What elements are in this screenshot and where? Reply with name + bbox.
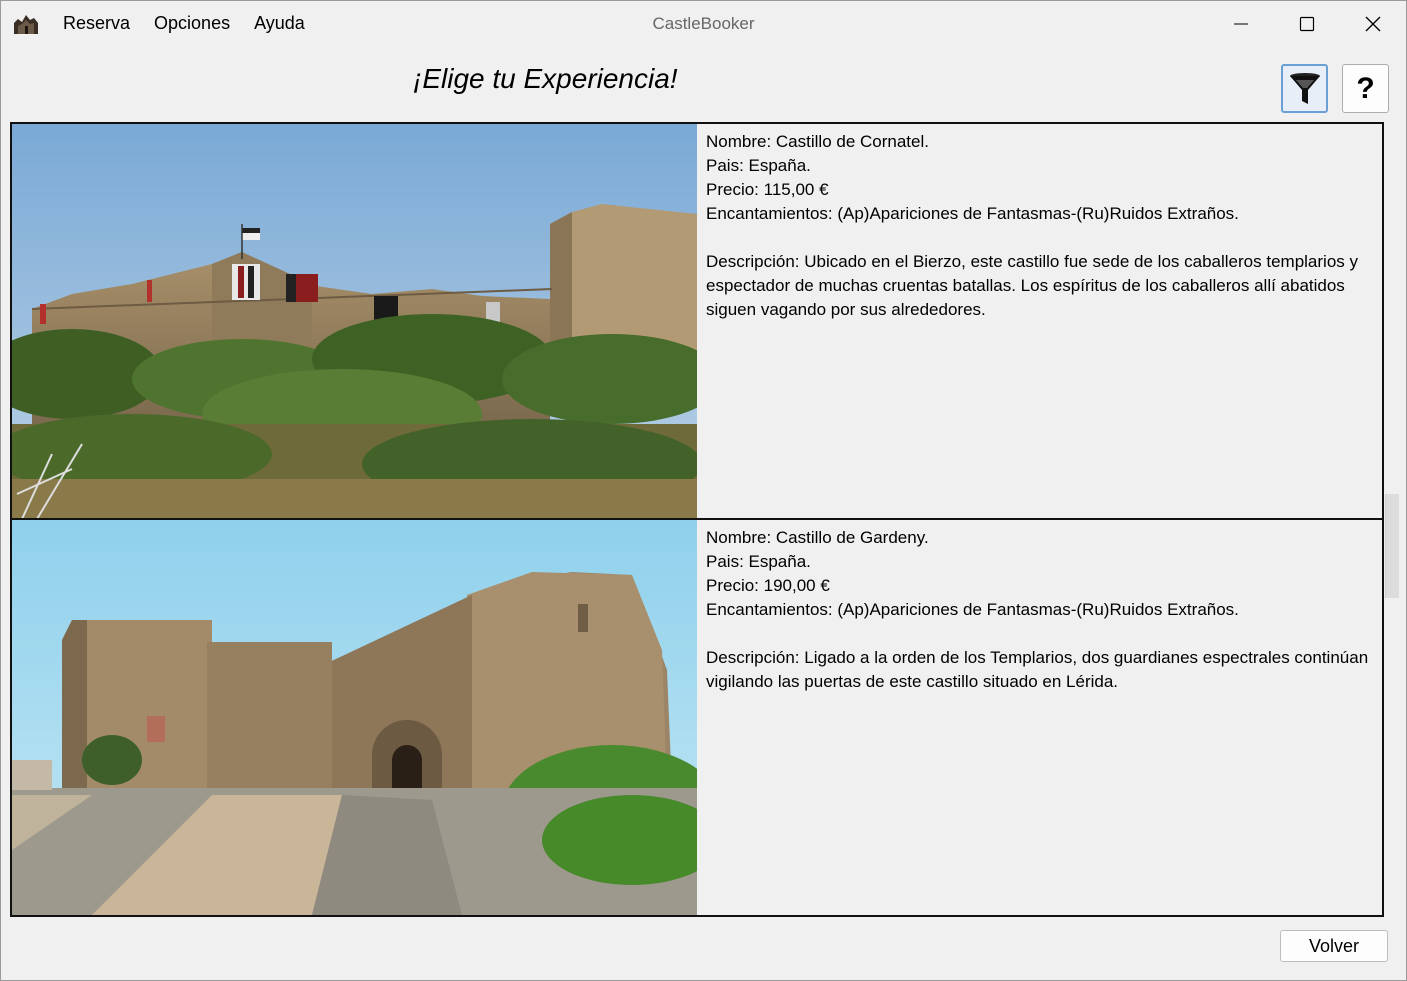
minimize-button[interactable]: [1208, 1, 1274, 46]
castle-details: Nombre: Castillo de Cornatel. Pais: Espa…: [706, 130, 1376, 322]
menu-opciones[interactable]: Opciones: [142, 1, 242, 46]
close-icon: [1365, 16, 1381, 31]
menu-ayuda[interactable]: Ayuda: [242, 1, 317, 46]
app-window: Reserva Opciones Ayuda CastleBooker ¡Eli…: [0, 0, 1407, 981]
maximize-button[interactable]: [1274, 1, 1340, 46]
castle-photo: [12, 124, 697, 518]
help-icon: ?: [1356, 71, 1375, 105]
castle-charms: Encantamientos: (Ap)Apariciones de Fanta…: [706, 600, 1239, 619]
menu-reserva[interactable]: Reserva: [51, 1, 142, 46]
help-button[interactable]: ?: [1342, 64, 1389, 113]
window-controls: [1208, 1, 1406, 46]
castle-charms: Encantamientos: (Ap)Apariciones de Fanta…: [706, 204, 1239, 223]
castle-name: Nombre: Castillo de Gardeny.: [706, 528, 929, 547]
menu-bar: Reserva Opciones Ayuda: [51, 1, 317, 46]
minimize-icon: [1234, 23, 1248, 24]
castle-name: Nombre: Castillo de Cornatel.: [706, 132, 929, 151]
maximize-icon: [1299, 16, 1315, 31]
castle-price: Precio: 190,00 €: [706, 576, 830, 595]
title-bar: Reserva Opciones Ayuda CastleBooker: [1, 1, 1406, 46]
back-button[interactable]: Volver: [1280, 930, 1388, 962]
funnel-icon: [1289, 72, 1320, 104]
castle-card[interactable]: Nombre: Castillo de Cornatel. Pais: Espa…: [12, 124, 1382, 520]
castle-description: Descripción: Ubicado en el Bierzo, este …: [706, 252, 1358, 319]
castle-list[interactable]: Nombre: Castillo de Cornatel. Pais: Espa…: [10, 122, 1384, 917]
castle-card[interactable]: Nombre: Castillo de Gardeny. Pais: Españ…: [12, 520, 1382, 915]
close-button[interactable]: [1340, 1, 1406, 46]
castle-details: Nombre: Castillo de Gardeny. Pais: Españ…: [706, 526, 1376, 694]
castle-price: Precio: 115,00 €: [706, 180, 829, 199]
castle-app-icon: [13, 11, 39, 35]
castle-photo: [12, 520, 697, 915]
page-title: ¡Elige tu Experiencia!: [413, 63, 678, 94]
castle-country: Pais: España.: [706, 552, 811, 571]
scrollbar-thumb[interactable]: [1385, 494, 1399, 598]
filter-button[interactable]: [1281, 64, 1328, 113]
castle-country: Pais: España.: [706, 156, 811, 175]
castle-description: Descripción: Ligado a la orden de los Te…: [706, 648, 1369, 691]
